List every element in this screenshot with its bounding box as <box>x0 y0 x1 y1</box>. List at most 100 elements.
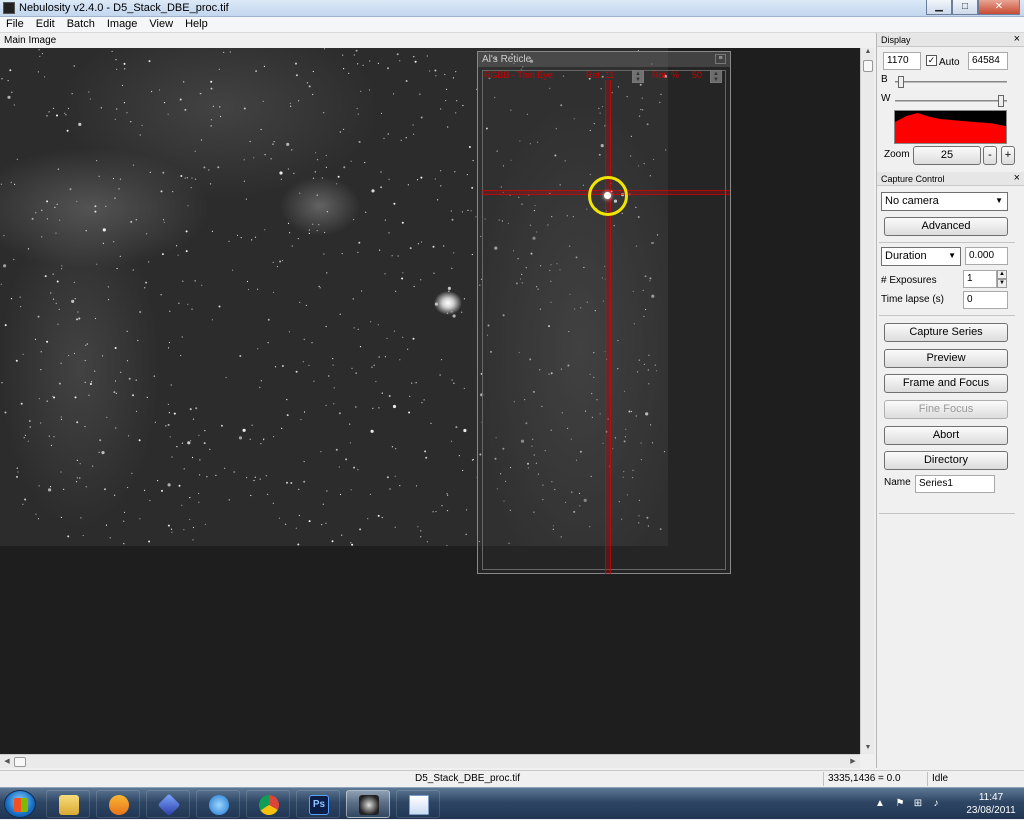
star <box>74 396 77 399</box>
star <box>402 272 404 274</box>
vertical-scrollbar[interactable]: ▲ ▼ <box>860 48 874 754</box>
star <box>10 298 13 300</box>
star <box>246 280 249 283</box>
star <box>467 209 469 211</box>
star <box>170 384 172 386</box>
reticle-opacity-spinner[interactable]: ▲ ▼ <box>710 70 722 83</box>
star <box>446 545 448 546</box>
duration-mode-select[interactable]: Duration ▼ <box>881 247 961 266</box>
star <box>357 113 359 115</box>
chevron-down-icon: ▼ <box>995 196 1003 205</box>
auto-checkbox[interactable]: ✓ <box>926 55 937 66</box>
exposures-field[interactable]: 1 <box>963 270 997 288</box>
star <box>189 497 191 499</box>
taskbar-internet-explorer[interactable] <box>196 790 240 818</box>
frame-focus-button[interactable]: Frame and Focus <box>884 374 1008 393</box>
capture-series-button[interactable]: Capture Series <box>884 323 1008 342</box>
taskbar-media-player[interactable] <box>96 790 140 818</box>
star <box>367 518 369 520</box>
star <box>445 88 448 90</box>
scroll-left-icon[interactable]: ◀ <box>2 755 12 769</box>
scroll-down-icon[interactable]: ▼ <box>861 744 875 754</box>
exposures-down-icon[interactable]: ▼ <box>997 279 1007 288</box>
star <box>389 488 391 490</box>
star <box>425 456 428 459</box>
reticle-title-bar[interactable]: Al's Reticle ≡ <box>478 52 730 67</box>
start-button[interactable] <box>4 790 36 818</box>
horizontal-scrollbar[interactable]: ◀ ▶ <box>0 754 860 768</box>
horizontal-scroll-thumb[interactable] <box>14 757 26 767</box>
advanced-button[interactable]: Advanced <box>884 217 1008 236</box>
zoom-value-button[interactable]: 25 <box>913 146 981 165</box>
star <box>84 381 86 383</box>
flag-icon[interactable]: ⚑ <box>894 798 906 810</box>
black-point-field[interactable]: 1170 <box>883 52 921 70</box>
taskbar-chrome[interactable] <box>246 790 290 818</box>
star <box>190 440 192 442</box>
menu-help[interactable]: Help <box>179 17 214 32</box>
abort-button[interactable]: Abort <box>884 426 1008 445</box>
main-image-canvas[interactable]: Al's Reticle ≡ RGBB - Thin Eye Ret. 11 R… <box>0 48 860 754</box>
star <box>420 241 423 243</box>
star <box>240 237 242 239</box>
camera-select[interactable]: No camera ▼ <box>881 192 1008 211</box>
star <box>391 446 393 448</box>
taskbar-app-cube[interactable] <box>146 790 190 818</box>
menu-file[interactable]: File <box>0 17 30 32</box>
network-icon[interactable]: ⊞ <box>912 798 924 810</box>
maximize-button[interactable]: □ <box>952 0 978 15</box>
minimize-button[interactable]: ▁ <box>926 0 952 15</box>
star <box>447 286 451 290</box>
star <box>1 78 3 80</box>
directory-button[interactable]: Directory <box>884 451 1008 470</box>
white-slider[interactable] <box>895 95 1007 107</box>
fine-focus-button[interactable]: Fine Focus <box>884 400 1008 419</box>
star <box>215 474 217 476</box>
star <box>456 100 458 102</box>
taskbar-photoshop[interactable]: Ps <box>296 790 340 818</box>
series-name-field[interactable]: Series1 <box>915 475 995 493</box>
star <box>114 380 117 382</box>
black-slider-knob[interactable] <box>898 76 905 88</box>
timelapse-field[interactable]: 0 <box>963 291 1008 309</box>
menu-edit[interactable]: Edit <box>30 17 61 32</box>
menu-view[interactable]: View <box>143 17 179 32</box>
star <box>41 53 44 55</box>
tray-expand-icon[interactable]: ▲ <box>874 798 886 810</box>
star <box>291 149 293 151</box>
black-slider[interactable] <box>895 76 1007 88</box>
zoom-out-button[interactable]: - <box>983 146 997 165</box>
taskbar-nebulosity[interactable] <box>346 790 390 818</box>
taskbar-explorer[interactable] <box>46 790 90 818</box>
star <box>79 477 81 479</box>
scroll-up-icon[interactable]: ▲ <box>861 48 875 58</box>
white-slider-knob[interactable] <box>997 95 1004 107</box>
white-point-field[interactable]: 64584 <box>968 52 1008 70</box>
reticle-size-spinner[interactable]: ▲ ▼ <box>632 70 644 83</box>
preview-button[interactable]: Preview <box>884 349 1008 368</box>
star <box>239 355 242 357</box>
display-close-icon[interactable]: × <box>1014 33 1020 46</box>
close-button[interactable]: ✕ <box>978 0 1020 15</box>
star <box>115 392 117 394</box>
clock[interactable]: 11:47 23/08/2011 <box>966 791 1016 817</box>
exposures-up-icon[interactable]: ▲ <box>997 270 1007 279</box>
star <box>211 319 213 321</box>
reticle-close-icon[interactable]: ≡ <box>715 54 726 64</box>
star <box>98 175 100 177</box>
star <box>13 104 15 106</box>
menu-image[interactable]: Image <box>101 17 144 32</box>
volume-icon[interactable]: ♪ <box>930 798 942 810</box>
star <box>71 299 75 303</box>
menu-batch[interactable]: Batch <box>61 17 101 32</box>
right-panel: Display × 1170 ✓ Auto 64584 B W Zoom 25 … <box>876 33 1024 768</box>
scroll-right-icon[interactable]: ▶ <box>848 755 858 769</box>
reticle-window[interactable]: Al's Reticle ≡ RGBB - Thin Eye Ret. 11 R… <box>477 51 731 574</box>
star <box>180 175 183 177</box>
vertical-scroll-thumb[interactable] <box>863 60 873 72</box>
star <box>76 459 78 461</box>
zoom-in-button[interactable]: + <box>1001 146 1015 165</box>
capture-close-icon[interactable]: × <box>1014 172 1020 185</box>
duration-field[interactable]: 0.000 <box>965 247 1008 265</box>
taskbar-window[interactable] <box>396 790 440 818</box>
